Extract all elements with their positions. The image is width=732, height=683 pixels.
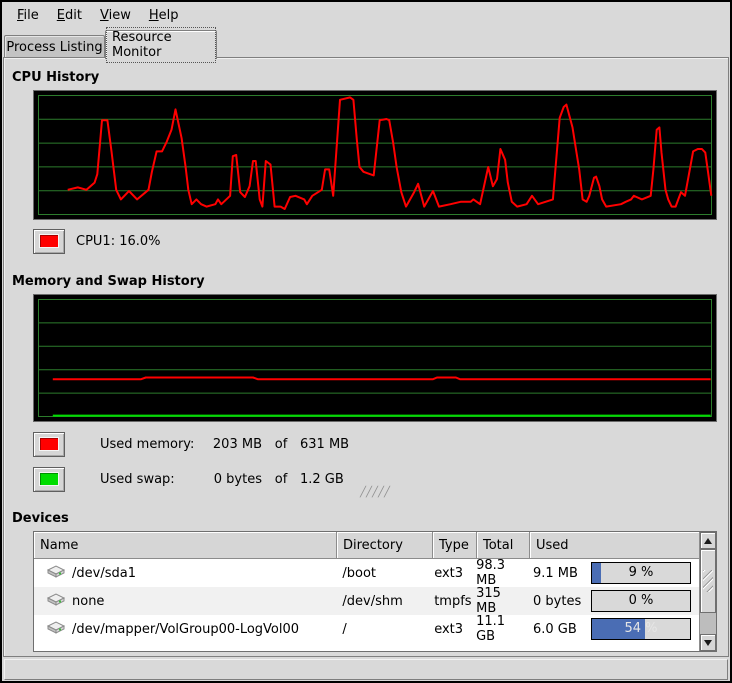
memory-legend: Used memory: 203 MB of 631 MB [33, 431, 349, 457]
devices-table-body: /dev/sda1/bootext398.3 MB9.1 MB9 %none/d… [34, 559, 699, 651]
disk-icon [46, 620, 66, 638]
memory-history-title: Memory and Swap History [12, 274, 205, 289]
device-type: ext3 [432, 559, 476, 587]
scrollbar-grip-icon [703, 570, 713, 592]
device-directory: / [336, 615, 432, 643]
disk-icon [46, 564, 66, 582]
arrow-up-icon [704, 538, 712, 544]
devices-table: Name Directory Type Total Used /dev/sda1… [33, 531, 717, 652]
cpu-history-title: CPU History [12, 70, 99, 85]
tab-resource-monitor-label: Resource Monitor [106, 27, 216, 63]
swap-used-value: 0 bytes [200, 472, 262, 487]
device-used: 0 bytes [529, 594, 591, 609]
usage-progress-bar: 0 % [591, 590, 691, 612]
devices-title: Devices [12, 511, 69, 526]
memory-legend-label: Used memory: [100, 437, 200, 452]
memory-of-text: of [271, 437, 291, 452]
cpu-legend: CPU1: 16.0% [33, 228, 161, 254]
column-header-total[interactable]: Total [477, 532, 530, 559]
cpu-color-button[interactable] [33, 229, 65, 254]
system-monitor-window: File Edit View Help Process Listing Reso… [0, 0, 732, 683]
menu-help[interactable]: Help [140, 5, 188, 26]
column-header-type[interactable]: Type [433, 532, 477, 559]
device-used-cell: 0 bytes0 % [529, 587, 699, 615]
swap-total-value: 1.2 GB [300, 472, 344, 487]
memory-color-button[interactable] [33, 432, 65, 457]
table-row[interactable]: /dev/mapper/VolGroup00-LogVol00 /ext311.1… [34, 615, 699, 643]
swap-color-swatch [40, 473, 58, 485]
status-bar [4, 659, 728, 680]
menu-file[interactable]: File [8, 5, 48, 26]
menubar: File Edit View Help [2, 2, 730, 28]
memory-total-value: 631 MB [300, 437, 349, 452]
device-directory: /dev/shm [336, 587, 432, 615]
device-total: 315 MB [476, 587, 529, 615]
device-type: tmpfs [432, 587, 476, 615]
swap-color-button[interactable] [33, 467, 65, 492]
scrollbar-thumb[interactable] [700, 549, 716, 613]
device-name-cell: /dev/sda1 [34, 559, 336, 587]
usage-percent-label: 0 % [592, 591, 690, 611]
usage-percent-label: 9 % [592, 563, 690, 583]
swap-legend-label: Used swap: [100, 472, 200, 487]
swap-of-text: of [271, 472, 291, 487]
devices-scrollbar[interactable] [699, 532, 716, 651]
tab-bar: Process Listing Resource Monitor [2, 28, 730, 58]
usage-progress-bar: 54 % [591, 618, 691, 640]
arrow-down-icon [704, 640, 712, 646]
column-header-used[interactable]: Used [530, 532, 699, 559]
device-used-cell: 6.0 GB54 % [529, 615, 699, 643]
cpu-history-graph [33, 90, 717, 220]
swap-legend: Used swap: 0 bytes of 1.2 GB [33, 466, 344, 492]
table-row[interactable]: none/dev/shmtmpfs315 MB0 bytes0 % [34, 587, 699, 615]
device-directory: /boot [336, 559, 432, 587]
device-name: /dev/sda1 [72, 566, 136, 581]
device-name-cell: none [34, 587, 336, 615]
device-used: 9.1 MB [529, 566, 591, 581]
disk-icon [46, 592, 66, 610]
usage-progress-bar: 9 % [591, 562, 691, 584]
table-row[interactable]: /dev/sda1/bootext398.3 MB9.1 MB9 % [34, 559, 699, 587]
device-used-cell: 9.1 MB9 % [529, 559, 699, 587]
menu-edit[interactable]: Edit [48, 5, 91, 26]
tab-resource-monitor[interactable]: Resource Monitor [105, 30, 217, 59]
device-name: /dev/mapper/VolGroup00-LogVol00 [72, 622, 299, 637]
cpu-color-swatch [40, 235, 58, 247]
usage-percent-label: 54 % [592, 619, 690, 639]
device-type: ext3 [432, 615, 476, 643]
device-total: 11.1 GB [476, 615, 529, 643]
memory-color-swatch [40, 438, 58, 450]
scroll-down-button[interactable] [700, 634, 716, 651]
memory-swap-graph [33, 294, 717, 422]
memory-used-value: 203 MB [200, 437, 262, 452]
cpu-legend-label: CPU1: 16.0% [76, 234, 161, 249]
scroll-up-button[interactable] [700, 532, 716, 549]
pane-resize-grip[interactable]: ╱╱╱╱╱ [352, 488, 398, 498]
column-header-directory[interactable]: Directory [337, 532, 433, 559]
device-total: 98.3 MB [476, 559, 529, 587]
devices-table-header: Name Directory Type Total Used [34, 532, 699, 559]
tab-process-listing[interactable]: Process Listing [4, 35, 105, 58]
device-used: 6.0 GB [529, 622, 591, 637]
device-name-cell: /dev/mapper/VolGroup00-LogVol00 [34, 615, 336, 643]
device-name: none [72, 594, 104, 609]
menu-view[interactable]: View [91, 5, 140, 26]
column-header-name[interactable]: Name [34, 532, 337, 559]
